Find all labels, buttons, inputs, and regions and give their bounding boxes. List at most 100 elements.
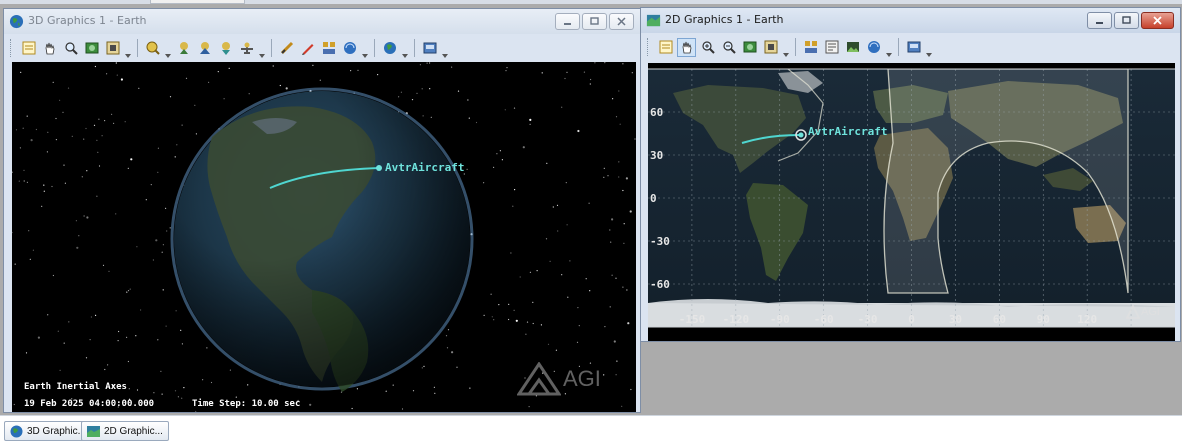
zoom-in-icon[interactable] [698,38,717,57]
minimize-button[interactable] [1087,12,1112,29]
dropdown-arrow-icon[interactable] [164,39,172,58]
minimize-button[interactable] [555,13,580,30]
hud-datetime: 19 Feb 2025 04:00:00.000 [24,399,155,409]
globe-icon [9,14,24,29]
toolbar-3d [10,36,449,60]
properties-icon[interactable] [656,38,675,57]
map-icon [646,14,661,27]
agi-watermark: AGI [517,362,601,396]
agi-logo-icon [1126,305,1140,319]
agi-logo-icon [517,362,561,396]
longitude-label: -150 [678,313,706,326]
hud-axes: Earth Inertial Axes [24,382,127,392]
titlebar-3d[interactable]: 3D Graphics 1 - Earth [4,9,640,34]
latitude-label: -30 [650,235,670,248]
toolbar-grip[interactable] [647,38,651,56]
pencil-icon[interactable] [298,39,317,58]
data-display-icon[interactable] [822,38,841,57]
zoom-out-icon[interactable] [719,38,738,57]
object-list-icon[interactable] [319,39,338,58]
dropdown-arrow-icon[interactable] [441,39,449,58]
dropdown-arrow-icon[interactable] [361,39,369,58]
film-icon[interactable] [103,39,122,58]
map-icon [87,425,100,437]
save-image-icon[interactable] [904,38,923,57]
longitude-label: -120 [722,313,750,326]
measure-icon[interactable] [277,39,296,58]
window-taskbar: 3D Graphic... 2D Graphic... [0,415,1182,447]
dropdown-arrow-icon[interactable] [885,38,893,57]
toolbar-separator [795,38,796,56]
longitude-label: 0 [908,313,915,326]
pan-hand-icon[interactable] [677,37,696,57]
taskbar-tab-label: 2D Graphic... [104,425,163,437]
toolbar-separator [374,39,375,57]
earth-settings-icon[interactable] [864,38,883,57]
close-button[interactable] [1141,12,1174,29]
dropdown-arrow-icon[interactable] [124,39,132,58]
window-title: 3D Graphics 1 - Earth [28,14,147,27]
maximize-icon [1122,16,1131,24]
aircraft-track-2d [741,129,807,144]
view-from-icon[interactable] [143,39,162,58]
toolbar-separator [414,39,415,57]
longitude-label: 60 [992,313,1006,326]
pan-hand-icon[interactable] [40,39,59,58]
aircraft-label-3d: AvtrAircraft [385,161,465,174]
maximize-icon [590,17,599,25]
close-icon [617,17,626,26]
titlebar-2d[interactable]: 2D Graphics 1 - Earth [641,8,1180,33]
object-list-icon[interactable] [801,38,820,57]
window-2d-graphics[interactable]: 2D Graphics 1 - Earth AvtrAircraft 60 30… [640,7,1181,342]
minimize-icon [1096,22,1103,24]
toolbar-separator [137,39,138,57]
film-icon[interactable] [761,38,780,57]
taskbar-tab-label: 3D Graphic... [27,425,86,437]
map-view-icon[interactable] [740,38,759,57]
aircraft-label-2d: AvtrAircraft [808,125,888,138]
orbit-view-icon[interactable] [195,39,214,58]
terrain-icon[interactable] [843,38,862,57]
taskbar-tab-3d[interactable]: 3D Graphic... [4,421,92,441]
longitude-label: 120 [1077,313,1098,326]
longitude-label: -60 [813,313,834,326]
taskbar-tab-2d[interactable]: 2D Graphic... [81,421,169,441]
earth-settings-icon[interactable] [340,39,359,58]
latitude-label: -60 [650,278,670,291]
viewport-3d[interactable]: AvtrAircraft AGI Earth Inertial Axes 19 … [12,62,636,412]
save-image-icon[interactable] [420,39,439,58]
map-view-icon[interactable] [82,39,101,58]
toolbar-grip[interactable] [10,39,14,57]
dropdown-arrow-icon[interactable] [782,38,790,57]
globe-select-icon[interactable] [380,39,399,58]
properties-icon[interactable] [19,39,38,58]
viewport-2d[interactable]: AvtrAircraft 60 30 0 -30 -60 -150 -120 -90 -60 -… [648,63,1175,341]
aircraft-view-icon[interactable] [237,39,256,58]
toolbar-separator [898,38,899,56]
window-title: 2D Graphics 1 - Earth [665,13,784,26]
agi-watermark-text: AGI [563,366,601,391]
dropdown-arrow-icon[interactable] [258,39,266,58]
longitude-label: -90 [769,313,790,326]
zoom-icon[interactable] [61,39,80,58]
agi-watermark-text: AGI [1141,306,1160,318]
dropdown-arrow-icon[interactable] [401,39,409,58]
close-button[interactable] [609,13,634,30]
toolbar-2d [647,35,933,59]
latitude-label: 0 [650,192,657,205]
globe-icon [10,425,23,437]
longitude-label: 30 [948,313,963,326]
latitude-label: 60 [650,106,664,119]
close-icon [1153,16,1162,25]
toolbar-separator [271,39,272,57]
dropdown-arrow-icon[interactable] [925,38,933,57]
home-view-icon[interactable] [174,39,193,58]
minimize-icon [564,23,571,25]
agi-watermark: AGI [1126,305,1160,319]
top-view-icon[interactable] [216,39,235,58]
maximize-button[interactable] [1114,12,1139,29]
window-3d-graphics[interactable]: 3D Graphics 1 - Earth AvtrAircraft AGI E… [3,8,641,413]
maximize-button[interactable] [582,13,607,30]
aircraft-track-3d [269,165,382,189]
hud-time-step: Time Step: 10.00 sec [192,399,301,409]
